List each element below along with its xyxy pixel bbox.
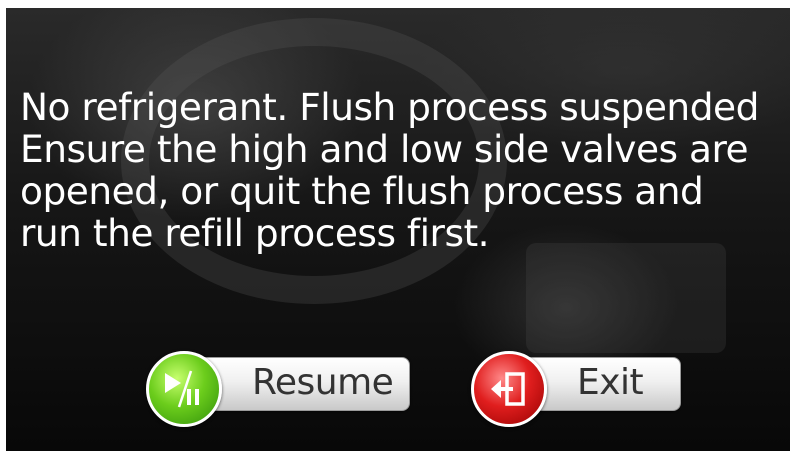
- message-line-3: opened, or quit the flush process and: [20, 169, 704, 213]
- play-pause-icon[interactable]: [146, 351, 222, 427]
- resume-button-label[interactable]: Resume: [252, 361, 394, 405]
- exit-button-label[interactable]: Exit: [577, 361, 644, 405]
- exit-button[interactable]: Exit: [471, 351, 691, 427]
- message-line-2: Ensure the high and low side valves are: [20, 127, 749, 171]
- resume-button[interactable]: Resume: [146, 351, 416, 427]
- message-line-4: run the refill process first.: [20, 211, 490, 255]
- dialog-screen: No refrigerant. Flush process suspended …: [6, 8, 790, 451]
- message-line-1: No refrigerant. Flush process suspended: [20, 85, 759, 129]
- background-console: [526, 243, 726, 353]
- status-message: No refrigerant. Flush process suspended …: [20, 86, 786, 254]
- exit-door-icon[interactable]: [471, 351, 547, 427]
